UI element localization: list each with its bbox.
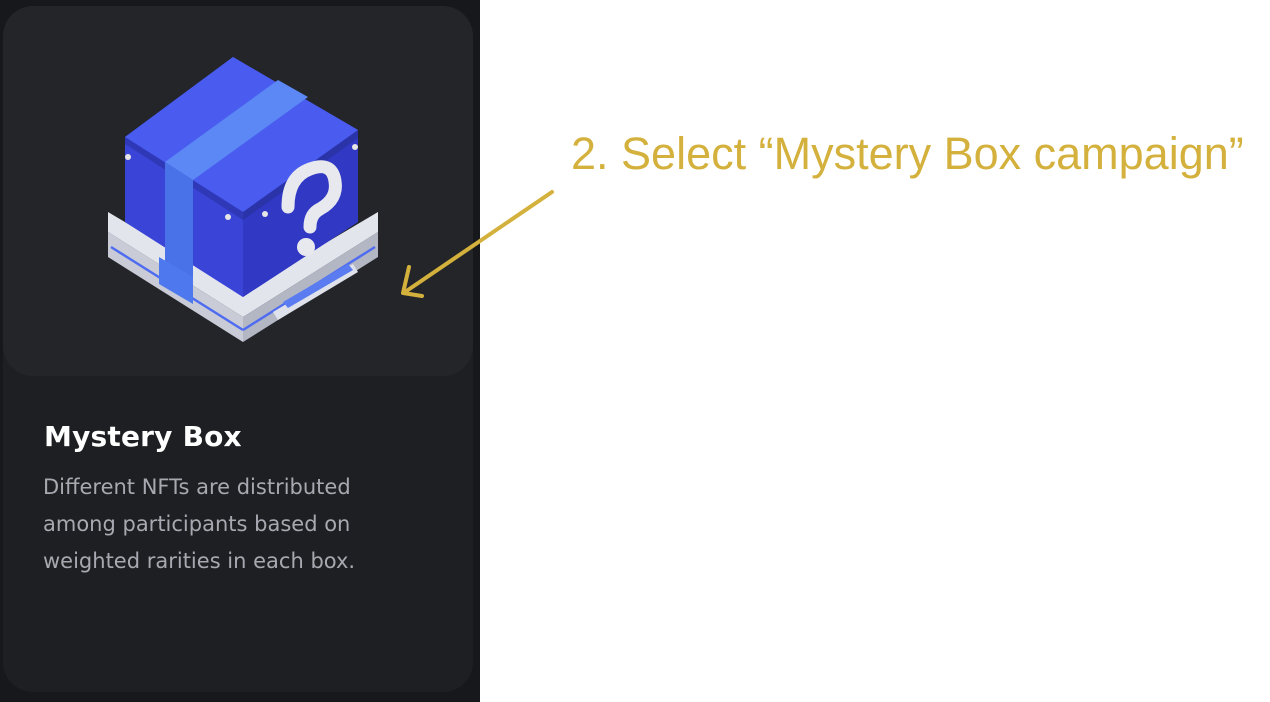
card-title: Mystery Box bbox=[44, 420, 242, 453]
mystery-box-icon bbox=[108, 57, 378, 342]
card-description: Different NFTs are distributed among par… bbox=[43, 475, 356, 573]
annotation-instruction: 2. Select “Mystery Box campaign” bbox=[571, 128, 1244, 179]
mystery-box-card[interactable]: Mystery Box Different NFTs are distribut… bbox=[3, 6, 473, 692]
left-panel: Mystery Box Different NFTs are distribut… bbox=[0, 0, 480, 702]
annotation-arrow-icon bbox=[401, 190, 554, 298]
